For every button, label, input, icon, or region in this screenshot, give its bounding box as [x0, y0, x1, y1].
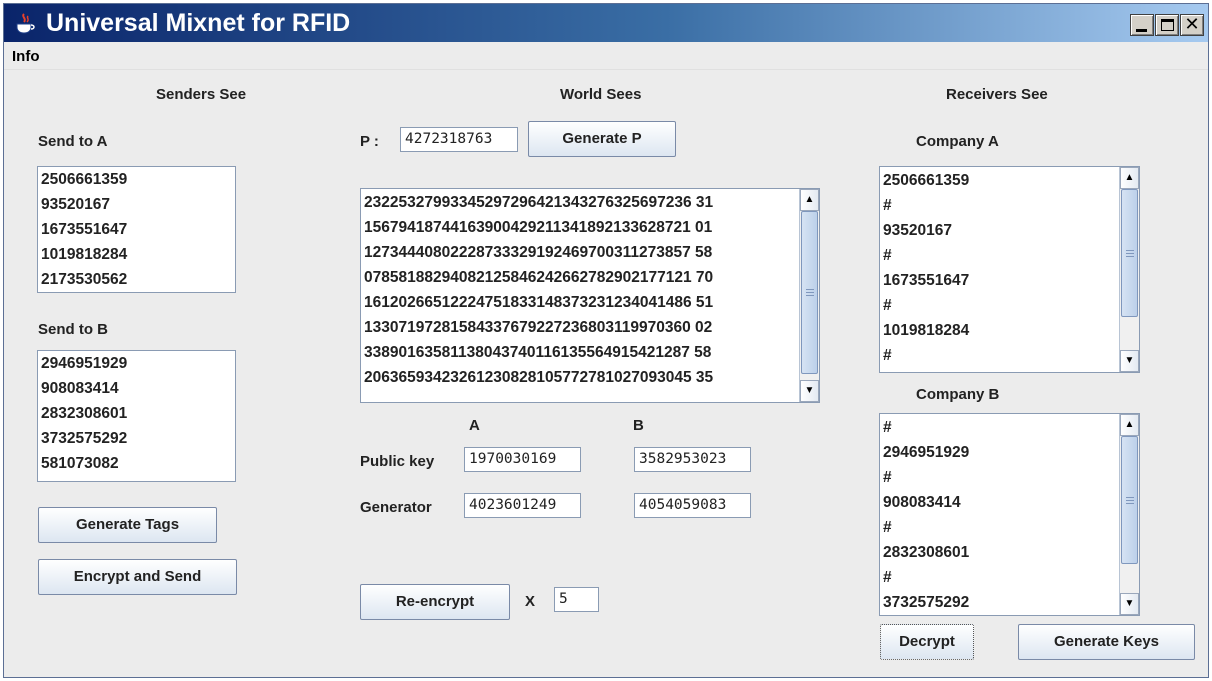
app-window: Universal Mixnet for RFID ✕ Info Senders…: [3, 3, 1209, 678]
close-icon: ✕: [1184, 14, 1200, 35]
send-to-b-label: Send to B: [38, 321, 108, 338]
ciphertext-line: 16120266512224751833148373231234041486 5…: [364, 294, 714, 311]
scroll-down-icon[interactable]: ▼: [800, 380, 819, 402]
scroll-thumb[interactable]: [801, 211, 818, 374]
list-item[interactable]: #: [880, 415, 1120, 440]
ciphertext-line: 07858188294082125846242662782902177121 7…: [364, 269, 714, 286]
scroll-down-icon[interactable]: ▼: [1120, 593, 1139, 615]
scroll-thumb[interactable]: [1121, 436, 1138, 564]
senders-header: Senders See: [156, 86, 247, 103]
re-encrypt-button[interactable]: Re-encrypt: [360, 584, 510, 620]
send-to-b-list[interactable]: 2946951929 908083414 2832308601 37325752…: [37, 350, 236, 482]
scroll-down-icon[interactable]: ▼: [1120, 350, 1139, 372]
column-a-label: A: [469, 417, 480, 434]
ciphertext-area[interactable]: 23225327993345297296421343276325697236 3…: [360, 188, 820, 403]
list-item[interactable]: 2946951929: [880, 440, 1120, 465]
list-item[interactable]: #: [880, 243, 1120, 268]
scroll-up-icon[interactable]: ▲: [1120, 167, 1139, 189]
send-to-a-label: Send to A: [38, 133, 108, 150]
list-item[interactable]: 1019818284: [880, 318, 1120, 343]
list-item[interactable]: #: [880, 343, 1120, 368]
generate-p-button[interactable]: Generate P: [528, 121, 676, 157]
list-item[interactable]: 1019818284: [38, 242, 235, 267]
encrypt-and-send-button[interactable]: Encrypt and Send: [38, 559, 237, 595]
list-item[interactable]: 581073082: [38, 451, 235, 476]
ciphertext-line: 20636593423261230828105772781027093045 3…: [364, 369, 714, 386]
ciphertext-line: 15679418744163900429211341892133628721 0…: [364, 219, 713, 236]
scroll-thumb[interactable]: [1121, 189, 1138, 317]
list-item[interactable]: 908083414: [38, 376, 235, 401]
close-button[interactable]: ✕: [1180, 14, 1204, 36]
list-item[interactable]: 93520167: [38, 192, 235, 217]
company-a-list[interactable]: 2506661359 # 93520167 # 1673551647 # 101…: [879, 166, 1140, 373]
list-item[interactable]: #: [880, 193, 1120, 218]
list-item[interactable]: 1673551647: [880, 268, 1120, 293]
p-value-field[interactable]: 4272318763: [400, 127, 518, 152]
ciphertext-line: 23225327993345297296421343276325697236 3…: [364, 194, 714, 211]
title-bar[interactable]: Universal Mixnet for RFID ✕: [4, 4, 1208, 42]
list-item[interactable]: 3732575292: [880, 590, 1120, 615]
scroll-up-icon[interactable]: ▲: [1120, 414, 1139, 436]
maximize-button[interactable]: [1155, 14, 1179, 36]
generator-b-field[interactable]: 4054059083: [634, 493, 751, 518]
company-b-list[interactable]: # 2946951929 # 908083414 # 2832308601 # …: [879, 413, 1140, 616]
window-title: Universal Mixnet for RFID: [46, 9, 351, 37]
company-b-scrollbar[interactable]: ▲ ▼: [1119, 414, 1139, 615]
list-item[interactable]: 2946951929: [38, 351, 235, 376]
receivers-header: Receivers See: [946, 86, 1048, 103]
ciphertext-line: 33890163581138043740116135564915421287 5…: [364, 344, 712, 361]
list-item[interactable]: 2173530562: [38, 267, 235, 292]
java-cup-icon: [14, 13, 36, 35]
x-label: X: [525, 593, 536, 610]
list-item[interactable]: 1673551647: [38, 217, 235, 242]
public-key-label: Public key: [360, 453, 435, 470]
generator-label: Generator: [360, 499, 432, 516]
list-item[interactable]: #: [880, 293, 1120, 318]
company-a-scrollbar[interactable]: ▲ ▼: [1119, 167, 1139, 372]
list-item[interactable]: 2506661359: [880, 168, 1120, 193]
scroll-up-icon[interactable]: ▲: [800, 189, 819, 211]
generator-a-field[interactable]: 4023601249: [464, 493, 581, 518]
world-header: World Sees: [560, 86, 642, 103]
ciphertext-line: 12734440802228733329192469700311273857 5…: [364, 244, 713, 261]
list-item[interactable]: #: [880, 515, 1120, 540]
generate-tags-button[interactable]: Generate Tags: [38, 507, 217, 543]
list-item[interactable]: #: [880, 565, 1120, 590]
minimize-icon: [1136, 29, 1147, 32]
list-item[interactable]: 2506661359: [38, 167, 235, 192]
ciphertext-scrollbar[interactable]: ▲ ▼: [799, 189, 819, 402]
ciphertext-line: 13307197281584337679227236803119970360 0…: [364, 319, 713, 336]
company-a-label: Company A: [916, 133, 999, 150]
list-item[interactable]: 2832308601: [38, 401, 235, 426]
maximize-icon: [1161, 19, 1174, 31]
minimize-button[interactable]: [1130, 14, 1154, 36]
company-b-label: Company B: [916, 386, 1000, 403]
public-key-a-field[interactable]: 1970030169: [464, 447, 581, 472]
x-value-field[interactable]: 5: [554, 587, 599, 612]
list-item[interactable]: 2832308601: [880, 540, 1120, 565]
p-label: P :: [360, 133, 379, 150]
menu-info[interactable]: Info: [12, 48, 40, 65]
menu-bar: Info: [4, 43, 1208, 70]
list-item[interactable]: 93520167: [880, 218, 1120, 243]
public-key-b-field[interactable]: 3582953023: [634, 447, 751, 472]
column-b-label: B: [633, 417, 644, 434]
decrypt-button[interactable]: Decrypt: [880, 624, 974, 660]
list-item[interactable]: 908083414: [880, 490, 1120, 515]
send-to-a-list[interactable]: 2506661359 93520167 1673551647 101981828…: [37, 166, 236, 293]
generate-keys-button[interactable]: Generate Keys: [1018, 624, 1195, 660]
list-item[interactable]: 3732575292: [38, 426, 235, 451]
list-item[interactable]: #: [880, 465, 1120, 490]
